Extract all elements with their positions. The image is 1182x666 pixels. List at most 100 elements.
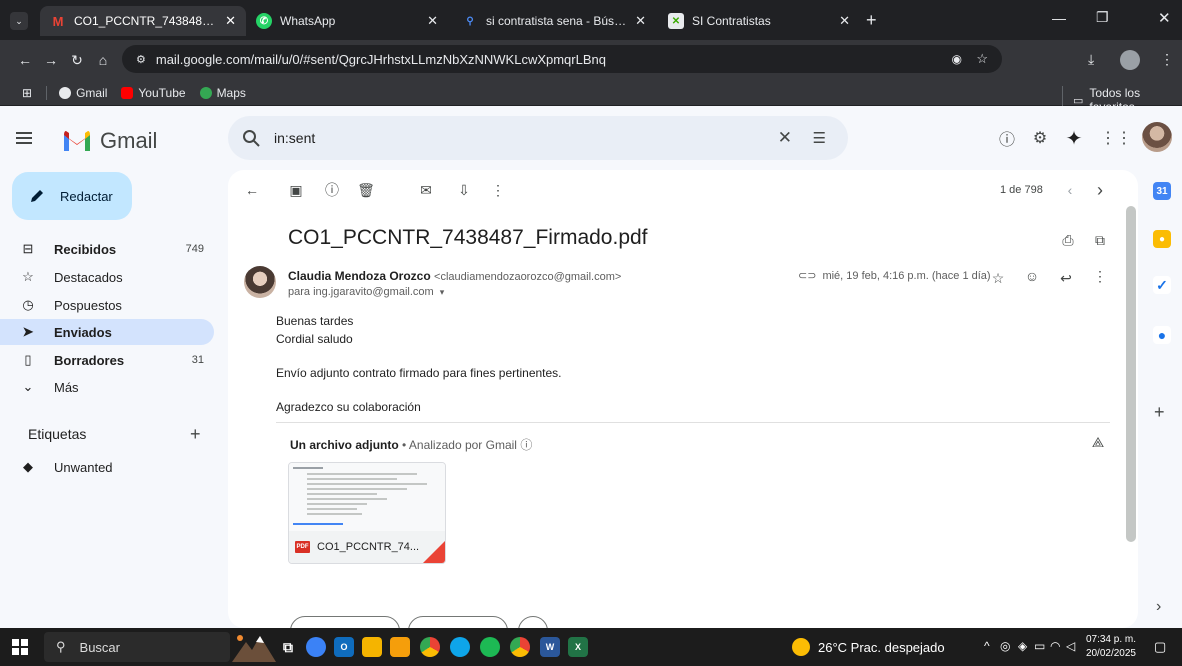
get-addons-icon[interactable]: + bbox=[1154, 402, 1165, 423]
sender-avatar[interactable] bbox=[244, 266, 276, 298]
home-icon[interactable]: ⌂ bbox=[92, 52, 114, 68]
tray-overflow-icon[interactable]: ^ bbox=[984, 639, 990, 653]
minimize-button[interactable]: — bbox=[1052, 10, 1066, 26]
tab-whatsapp[interactable]: ✆ WhatsApp ✕ bbox=[246, 6, 448, 36]
chrome-profile-icon[interactable] bbox=[510, 637, 530, 657]
tray-volume-icon[interactable]: ◁ bbox=[1066, 639, 1075, 653]
star-message-icon[interactable]: ☆ bbox=[988, 268, 1008, 288]
outlook-icon[interactable]: O bbox=[334, 637, 354, 657]
gmail-logo[interactable]: Gmail bbox=[62, 128, 157, 154]
forward-icon[interactable]: → bbox=[40, 52, 62, 68]
sidebar-item-inbox[interactable]: ⊟ Recibidos 749 bbox=[0, 236, 214, 262]
show-details-icon[interactable]: ▾ bbox=[440, 287, 445, 297]
task-view-icon[interactable]: ⧉ bbox=[278, 637, 298, 657]
back-to-sent-icon[interactable]: ← bbox=[242, 180, 262, 200]
browser-menu-icon[interactable]: ⋮ bbox=[1160, 51, 1174, 68]
back-icon[interactable]: ← bbox=[14, 52, 36, 68]
newer-icon[interactable]: ‹ bbox=[1060, 180, 1080, 200]
expand-side-panel-icon[interactable]: › bbox=[1156, 598, 1161, 616]
reload-icon[interactable]: ↻ bbox=[66, 52, 88, 69]
tab-bing-search[interactable]: ⚲ si contratista sena - Búsqueda ✕ bbox=[452, 6, 656, 36]
window-close-button[interactable]: ✕ bbox=[1158, 9, 1171, 27]
close-icon[interactable]: ✕ bbox=[427, 13, 438, 29]
clear-search-icon[interactable]: ✕ bbox=[778, 128, 792, 148]
open-new-window-icon[interactable]: ⧉ bbox=[1090, 230, 1110, 250]
forward-pill-button[interactable] bbox=[408, 616, 508, 628]
create-label-icon[interactable]: + bbox=[190, 424, 201, 445]
delete-icon[interactable]: 🗑 bbox=[356, 180, 376, 200]
sidebar-item-sent[interactable]: ➤ Enviados bbox=[0, 319, 214, 345]
download-icon[interactable]: ⤓ bbox=[1088, 51, 1094, 68]
close-icon[interactable]: ✕ bbox=[225, 13, 236, 29]
older-icon[interactable]: › bbox=[1090, 180, 1110, 200]
tab-si-contratistas[interactable]: ✕ SI Contratistas ✕ bbox=[658, 6, 860, 36]
word-icon[interactable]: W bbox=[540, 637, 560, 657]
bookmark-youtube[interactable]: YouTube bbox=[121, 86, 186, 100]
reply-pill-button[interactable] bbox=[290, 616, 400, 628]
move-to-icon[interactable]: ⇩ bbox=[454, 180, 474, 200]
copilot-icon[interactable] bbox=[306, 637, 326, 657]
print-icon[interactable]: ⎙ bbox=[1058, 230, 1078, 250]
label-item-unwanted[interactable]: ◆ Unwanted bbox=[0, 454, 214, 480]
site-settings-icon[interactable]: ⚙ bbox=[136, 53, 146, 66]
add-to-drive-icon[interactable]: ⟁ bbox=[1088, 432, 1108, 452]
help-icon[interactable]: ⓘ bbox=[995, 126, 1019, 150]
close-icon[interactable]: ✕ bbox=[635, 13, 646, 29]
emoji-pill-button[interactable] bbox=[518, 616, 548, 628]
profile-avatar-icon[interactable] bbox=[1120, 50, 1140, 70]
edge-icon[interactable] bbox=[450, 637, 470, 657]
spotify-icon[interactable] bbox=[480, 637, 500, 657]
excel-icon[interactable]: X bbox=[568, 637, 588, 657]
tab-gmail[interactable]: M CO1_PCCNTR_7438487_Firmado.pdf ✕ bbox=[40, 6, 246, 36]
compose-button[interactable]: Redactar bbox=[12, 172, 132, 220]
sidebar-item-drafts[interactable]: ▯ Borradores 31 bbox=[0, 347, 214, 373]
tasks-icon[interactable]: ✓ bbox=[1153, 276, 1171, 294]
sidebar-item-more[interactable]: ⌄ Más bbox=[0, 374, 214, 400]
taskbar-clock[interactable]: 07:34 p. m. 20/02/2025 bbox=[1082, 633, 1136, 661]
archive-icon[interactable]: ▣ bbox=[286, 180, 306, 200]
calendar-icon[interactable]: 31 bbox=[1153, 182, 1171, 200]
info-icon[interactable]: ⓘ bbox=[520, 438, 532, 452]
message-scrollbar[interactable] bbox=[1126, 206, 1136, 542]
windows-start-icon[interactable] bbox=[12, 639, 28, 655]
bookmark-star-icon[interactable]: ☆ bbox=[976, 51, 988, 67]
contacts-icon[interactable]: ● bbox=[1153, 326, 1171, 344]
chrome-icon[interactable] bbox=[420, 637, 440, 657]
main-menu-icon[interactable] bbox=[14, 128, 34, 148]
attachment-card[interactable]: PDF CO1_PCCNTR_74... bbox=[288, 462, 446, 564]
more-actions-icon[interactable]: ⋮ bbox=[488, 180, 508, 200]
url-bar[interactable]: ⚙ mail.google.com/mail/u/0/#sent/QgrcJHr… bbox=[122, 45, 1002, 73]
keep-icon[interactable]: ● bbox=[1153, 230, 1171, 248]
file-explorer-icon[interactable] bbox=[362, 637, 382, 657]
tray-network-icon[interactable]: ◎ bbox=[1000, 639, 1010, 653]
account-avatar[interactable] bbox=[1142, 122, 1172, 152]
sidebar-item-snoozed[interactable]: ◷ Pospuestos bbox=[0, 292, 214, 318]
tray-app-icon[interactable]: ◈ bbox=[1018, 639, 1027, 653]
bookmark-gmail[interactable]: Gmail bbox=[59, 86, 107, 100]
google-apps-icon[interactable]: ⋮⋮ bbox=[1100, 126, 1132, 150]
apps-grid-icon[interactable]: ⊞ bbox=[22, 86, 32, 100]
close-icon[interactable]: ✕ bbox=[839, 13, 850, 29]
new-tab-button[interactable]: + bbox=[866, 10, 877, 31]
tab-search-button[interactable]: ⌄ bbox=[10, 12, 28, 30]
search-options-icon[interactable]: ☰ bbox=[813, 129, 826, 147]
search-input[interactable]: in:sent bbox=[274, 130, 315, 146]
mail-search-bar[interactable]: in:sent ✕ ☰ bbox=[228, 116, 848, 160]
bookmark-maps[interactable]: Maps bbox=[199, 86, 246, 100]
tray-wifi-icon[interactable]: ◠ bbox=[1050, 639, 1060, 653]
mark-unread-icon[interactable]: ✉ bbox=[416, 180, 436, 200]
settings-gear-icon[interactable]: ⚙ bbox=[1028, 126, 1052, 150]
mountain-widget-icon[interactable] bbox=[232, 632, 276, 662]
notifications-icon[interactable]: ▢ bbox=[1154, 639, 1166, 655]
taskbar-search[interactable]: ⚲ Buscar bbox=[44, 632, 230, 662]
restore-button[interactable]: ❐ bbox=[1096, 9, 1109, 26]
gemini-sparkle-icon[interactable]: ✦ bbox=[1062, 126, 1086, 150]
weather-widget[interactable]: 26°C Prac. despejado bbox=[792, 628, 945, 666]
search-icon[interactable] bbox=[242, 129, 260, 147]
reply-icon[interactable]: ↩ bbox=[1056, 268, 1076, 288]
sender-name[interactable]: Claudia Mendoza Orozco bbox=[288, 269, 431, 283]
tray-battery-icon[interactable]: ▭ bbox=[1034, 639, 1045, 653]
recipient-line[interactable]: para ing.jgaravito@gmail.com ▾ bbox=[288, 286, 444, 298]
sidebar-item-starred[interactable]: ☆ Destacados bbox=[0, 264, 214, 290]
report-spam-icon[interactable]: ⓘ bbox=[322, 180, 342, 200]
